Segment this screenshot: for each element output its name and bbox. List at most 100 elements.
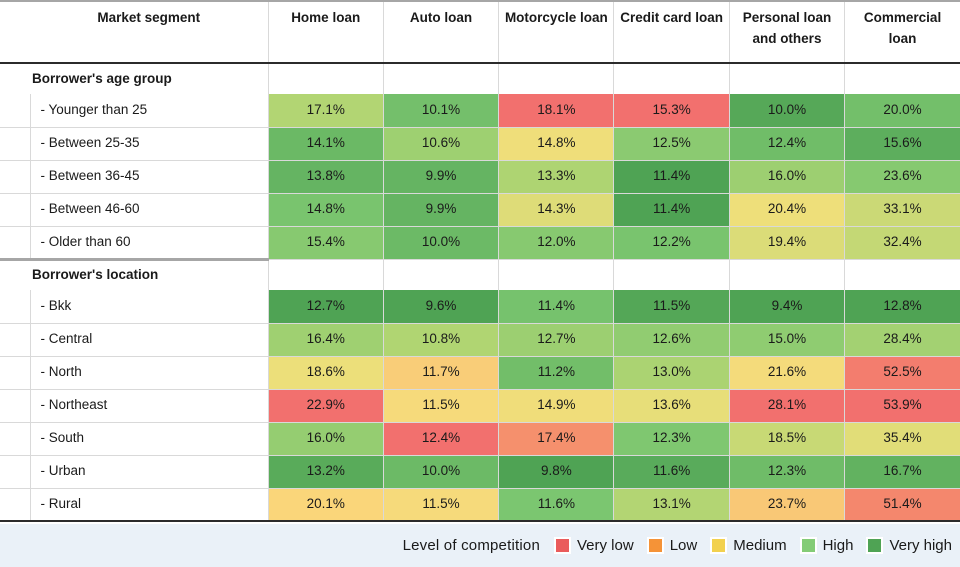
heatmap-cell: 20.0% — [844, 94, 960, 128]
heatmap-cell: 20.4% — [728, 193, 845, 227]
row-indent-cell — [0, 488, 30, 522]
competition-matrix-table: Market segment Home loan Auto loan Motor… — [0, 0, 960, 522]
legend: Level of competition Very low Low Medium Hi… — [0, 524, 960, 567]
heatmap-cell: 11.6% — [498, 488, 614, 522]
heatmap-cell: 10.0% — [382, 455, 499, 489]
legend-item: High — [799, 537, 854, 554]
heatmap-cell: 12.3% — [613, 422, 730, 456]
heatmap-cell: 12.7% — [267, 290, 384, 324]
row-indent-cell — [0, 193, 30, 227]
heatmap-cell: 11.2% — [498, 356, 614, 390]
heatmap-cell: 19.4% — [728, 226, 845, 260]
legend-label: Medium — [733, 537, 787, 554]
heatmap-cell: 11.5% — [613, 290, 730, 324]
row-indent-cell — [0, 160, 30, 194]
heatmap-cell: 13.1% — [613, 488, 730, 522]
row-indent-cell — [0, 422, 30, 456]
heatmap-cell: 28.4% — [844, 323, 960, 357]
column-header-personal-loan: Personal loan and others — [728, 0, 845, 64]
heatmap-cell: 11.4% — [613, 193, 730, 227]
row-label: - Younger than 25 — [29, 94, 269, 128]
table-row: - Central 16.4% 10.8% 12.7% 12.6% 15.0% 28.4% — [0, 323, 960, 357]
heatmap-cell: 11.4% — [498, 290, 614, 324]
heatmap-cell: 10.0% — [382, 226, 499, 260]
section-blank-cell — [844, 259, 960, 290]
heatmap-cell: 9.6% — [382, 290, 499, 324]
heatmap-table-page: Market segment Home loan Auto loan Motor… — [0, 0, 960, 567]
legend-item: Medium — [710, 537, 787, 554]
row-label: - Northeast — [29, 389, 269, 423]
row-indent-cell — [0, 323, 30, 357]
section-title: Borrower's age group — [30, 63, 269, 94]
column-header-auto-loan: Auto loan — [382, 0, 499, 64]
heatmap-cell: 18.6% — [267, 356, 384, 390]
column-header-motorcycle-loan: Motorcycle loan — [498, 0, 614, 64]
row-indent-cell — [0, 127, 30, 161]
row-label: - North — [29, 356, 269, 390]
row-label: - Urban — [29, 455, 269, 489]
row-label: - Between 25-35 — [29, 127, 269, 161]
heatmap-cell: 22.9% — [267, 389, 384, 423]
section-title: Borrower's location — [30, 257, 269, 290]
row-indent-cell — [0, 356, 30, 390]
table-row: - Between 36-45 13.8% 9.9% 13.3% 11.4% 16.0% 2… — [0, 160, 960, 194]
table-header: Market segment Home loan Auto loan Motor… — [0, 0, 960, 64]
table-row: - South 16.0% 12.4% 17.4% 12.3% 18.5% 35.4% — [0, 422, 960, 456]
heatmap-cell: 12.4% — [728, 127, 845, 161]
legend-item: Low — [646, 537, 698, 554]
legend-label: High — [822, 537, 854, 554]
table-row: - Urban 13.2% 10.0% 9.8% 11.6% 12.3% 16.7% — [0, 455, 960, 489]
column-header-commercial-loan: Commercial loan — [844, 0, 960, 64]
section-blank-cell — [498, 63, 614, 94]
heatmap-cell: 16.0% — [267, 422, 384, 456]
heatmap-cell: 15.4% — [267, 226, 384, 260]
legend-swatch-icon — [554, 537, 571, 554]
table-row: - Northeast 22.9% 11.5% 14.9% 13.6% 28.1% 53.9… — [0, 389, 960, 423]
heatmap-cell: 11.6% — [613, 455, 730, 489]
heatmap-cell: 16.4% — [267, 323, 384, 357]
column-header-credit-card-loan: Credit card loan — [613, 0, 730, 64]
heatmap-cell: 20.1% — [267, 488, 384, 522]
legend-label: Very low — [577, 537, 634, 554]
heatmap-cell: 10.6% — [382, 127, 499, 161]
legend-swatch-icon — [710, 537, 728, 554]
heatmap-cell: 9.9% — [382, 193, 499, 227]
section-indent-cell — [0, 63, 30, 94]
heatmap-cell: 9.9% — [382, 160, 499, 194]
heatmap-cell: 13.3% — [498, 160, 614, 194]
heatmap-cell: 10.0% — [728, 94, 845, 128]
heatmap-cell: 11.5% — [382, 389, 499, 423]
heatmap-cell: 33.1% — [844, 193, 960, 227]
section-header-row: Borrower's age group — [0, 63, 960, 94]
heatmap-cell: 15.0% — [728, 323, 845, 357]
legend-label: Low — [669, 537, 698, 554]
heatmap-cell: 12.2% — [613, 226, 730, 260]
section-blank-cell — [613, 259, 730, 290]
heatmap-cell: 52.5% — [844, 356, 960, 390]
heatmap-cell: 13.8% — [267, 160, 384, 194]
header-row: Market segment Home loan Auto loan Motor… — [0, 0, 960, 64]
section-blank-cell — [728, 63, 845, 94]
legend-item: Very high — [866, 537, 952, 554]
heatmap-cell: 35.4% — [844, 422, 960, 456]
heatmap-cell: 9.8% — [498, 455, 614, 489]
heatmap-cell: 18.5% — [728, 422, 845, 456]
heatmap-cell: 23.7% — [728, 488, 845, 522]
table-row: - Between 46-60 14.8% 9.9% 14.3% 11.4% 20.4% 3… — [0, 193, 960, 227]
heatmap-cell: 12.8% — [844, 290, 960, 324]
table-row: - Rural 20.1% 11.5% 11.6% 13.1% 23.7% 51.4% — [0, 488, 960, 522]
section-blank-cell — [844, 63, 960, 94]
heatmap-cell: 53.9% — [844, 389, 960, 423]
row-label: - Bkk — [29, 290, 269, 324]
legend-swatch-icon — [866, 537, 884, 554]
heatmap-cell: 13.6% — [613, 389, 730, 423]
heatmap-cell: 51.4% — [844, 488, 960, 522]
row-label: - Between 46-60 — [29, 193, 269, 227]
row-indent-cell — [0, 226, 30, 260]
section-blank-cell — [728, 259, 845, 290]
heatmap-cell: 10.1% — [382, 94, 499, 128]
heatmap-cell: 14.3% — [498, 193, 614, 227]
heatmap-cell: 9.4% — [728, 290, 845, 324]
heatmap-cell: 18.1% — [498, 94, 614, 128]
heatmap-cell: 16.7% — [844, 455, 960, 489]
